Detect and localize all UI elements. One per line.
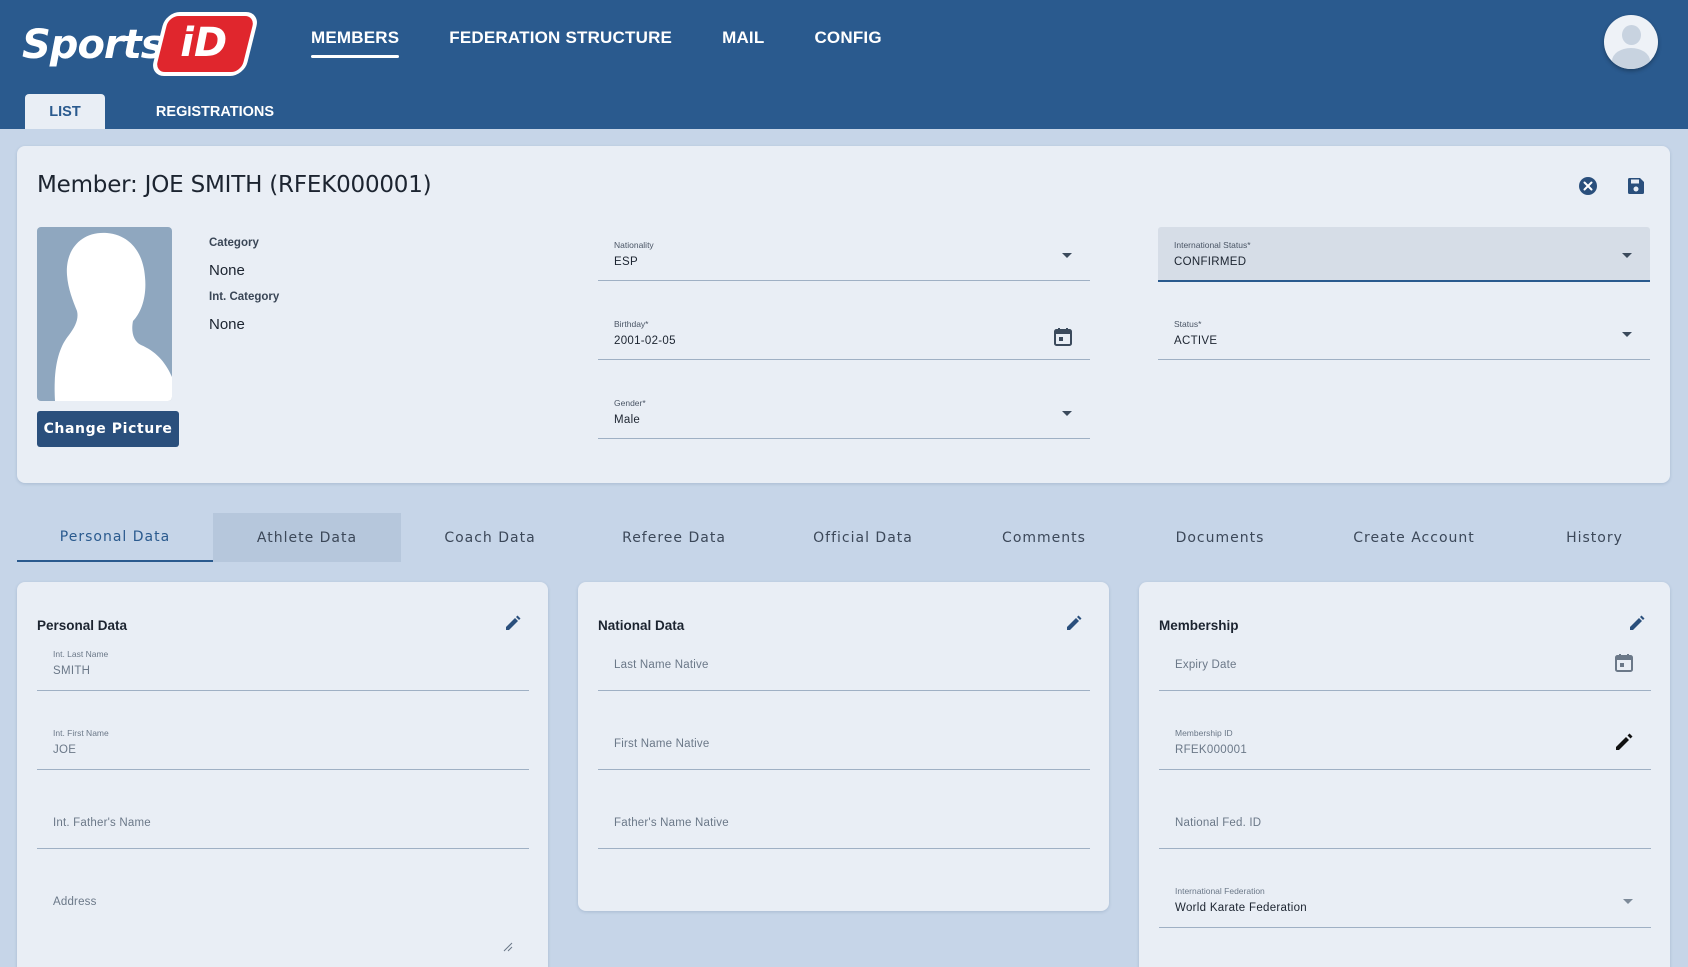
main-nav: MEMBERS FEDERATION STRUCTURE MAIL CONFIG [311, 28, 932, 58]
nav-members[interactable]: MEMBERS [311, 28, 400, 58]
edit-icon[interactable] [1628, 614, 1648, 634]
change-picture-button[interactable]: Change Picture [37, 411, 179, 447]
save-icon[interactable] [1624, 174, 1648, 198]
panel-title: Personal Data [37, 618, 128, 633]
top-app-bar: Sports iD MEMBERS FEDERATION STRUCTURE M… [0, 0, 1688, 129]
edit-icon[interactable] [1065, 614, 1085, 634]
birthday-label: Birthday* [614, 319, 649, 329]
int-first-name-field[interactable]: Int. First Name JOE [37, 715, 529, 770]
address-field[interactable]: Address [37, 873, 529, 963]
last-name-native-placeholder: Last Name Native [614, 659, 709, 671]
birthday-field[interactable]: Birthday* 2001-02-05 [598, 306, 1090, 360]
avatar-head [1622, 25, 1641, 45]
nationality-value: ESP [614, 256, 638, 268]
international-status-select[interactable]: International Status* CONFIRMED [1158, 227, 1650, 282]
membership-panel: Membership Expiry Date Membership ID RFE… [1139, 582, 1670, 967]
status-label: Status* [1174, 319, 1202, 329]
tab-documents[interactable]: Documents [1131, 513, 1309, 562]
member-tabs: Personal Data Athlete Data Coach Data Re… [17, 513, 1670, 562]
international-status-label: International Status* [1174, 240, 1251, 250]
gender-value: Male [614, 414, 641, 426]
membership-id-label: Membership ID [1175, 728, 1233, 738]
father-name-native-field[interactable]: Father's Name Native [598, 794, 1090, 849]
avatar-body [1612, 48, 1650, 69]
chevron-down-icon [1622, 332, 1632, 337]
first-name-native-placeholder: First Name Native [614, 738, 710, 750]
nav-mail[interactable]: MAIL [722, 28, 764, 58]
int-first-name-value: JOE [53, 744, 77, 756]
tab-personal-data[interactable]: Personal Data [17, 513, 213, 562]
tab-official-data[interactable]: Official Data [769, 513, 957, 562]
tab-comments[interactable]: Comments [957, 513, 1131, 562]
int-father-name-field[interactable]: Int. Father's Name [37, 794, 529, 849]
national-fed-id-field[interactable]: National Fed. ID [1159, 794, 1651, 849]
int-category-value: None [209, 316, 245, 333]
logo-text: Sports [22, 22, 165, 68]
nav-config[interactable]: CONFIG [814, 28, 881, 58]
international-status-value: CONFIRMED [1174, 256, 1247, 268]
panel-title: Membership [1159, 618, 1239, 633]
logo-badge: iD [150, 12, 260, 76]
user-avatar[interactable] [1604, 15, 1658, 69]
membership-id-field[interactable]: Membership ID RFEK000001 [1159, 715, 1651, 770]
international-federation-value: World Karate Federation [1175, 902, 1307, 914]
int-father-name-placeholder: Int. Father's Name [53, 817, 151, 829]
expiry-date-field[interactable]: Expiry Date [1159, 636, 1651, 691]
chevron-down-icon [1622, 253, 1632, 258]
last-name-native-field[interactable]: Last Name Native [598, 636, 1090, 691]
member-card: Member: JOE SMITH (RFEK000001) Change Pi… [17, 146, 1670, 483]
sportsid-logo[interactable]: Sports iD [22, 10, 260, 80]
silhouette-icon [54, 232, 172, 401]
address-placeholder: Address [53, 896, 97, 908]
membership-id-value: RFEK000001 [1175, 744, 1248, 756]
status-value: ACTIVE [1174, 335, 1218, 347]
first-name-native-field[interactable]: First Name Native [598, 715, 1090, 770]
nav-federation-structure[interactable]: FEDERATION STRUCTURE [449, 28, 672, 58]
status-select[interactable]: Status* ACTIVE [1158, 306, 1650, 360]
nationality-select[interactable]: Nationality ESP [598, 227, 1090, 281]
tab-coach-data[interactable]: Coach Data [401, 513, 579, 562]
gender-select[interactable]: Gender* Male [598, 385, 1090, 439]
chevron-down-icon [1623, 899, 1633, 904]
tab-history[interactable]: History [1519, 513, 1670, 562]
int-last-name-field[interactable]: Int. Last Name SMITH [37, 636, 529, 691]
int-last-name-value: SMITH [53, 665, 91, 677]
logo-badge-text: iD [180, 20, 228, 66]
member-title: Member: JOE SMITH (RFEK000001) [37, 172, 432, 198]
father-name-native-placeholder: Father's Name Native [614, 817, 729, 829]
subtab-registrations[interactable]: REGISTRATIONS [130, 94, 300, 129]
category-label: Category [209, 237, 259, 249]
personal-data-panel: Personal Data Int. Last Name SMITH Int. … [17, 582, 548, 967]
resize-handle-icon[interactable] [503, 939, 513, 952]
panel-title: National Data [598, 618, 685, 633]
chevron-down-icon [1062, 253, 1072, 258]
close-icon[interactable] [1576, 174, 1600, 198]
category-value: None [209, 262, 245, 279]
sub-tabs: LIST REGISTRATIONS [25, 94, 300, 129]
birthday-value: 2001-02-05 [614, 335, 676, 347]
subtab-list[interactable]: LIST [25, 94, 105, 129]
nationality-label: Nationality [614, 240, 654, 250]
gender-label: Gender* [614, 398, 646, 408]
pencil-icon[interactable] [1613, 731, 1637, 755]
int-category-label: Int. Category [209, 291, 280, 303]
national-data-panel: National Data Last Name Native First Nam… [578, 582, 1109, 911]
calendar-icon[interactable] [1052, 326, 1076, 350]
int-last-name-label: Int. Last Name [53, 649, 109, 659]
member-photo [37, 227, 172, 401]
chevron-down-icon [1062, 411, 1072, 416]
national-fed-id-placeholder: National Fed. ID [1175, 817, 1262, 829]
edit-icon[interactable] [504, 614, 524, 634]
calendar-icon[interactable] [1613, 652, 1637, 676]
tab-create-account[interactable]: Create Account [1309, 513, 1519, 562]
tab-athlete-data[interactable]: Athlete Data [213, 513, 401, 562]
int-first-name-label: Int. First Name [53, 728, 109, 738]
tab-referee-data[interactable]: Referee Data [579, 513, 769, 562]
international-federation-label: International Federation [1175, 886, 1265, 896]
expiry-date-placeholder: Expiry Date [1175, 659, 1237, 671]
international-federation-select[interactable]: International Federation World Karate Fe… [1159, 873, 1651, 928]
